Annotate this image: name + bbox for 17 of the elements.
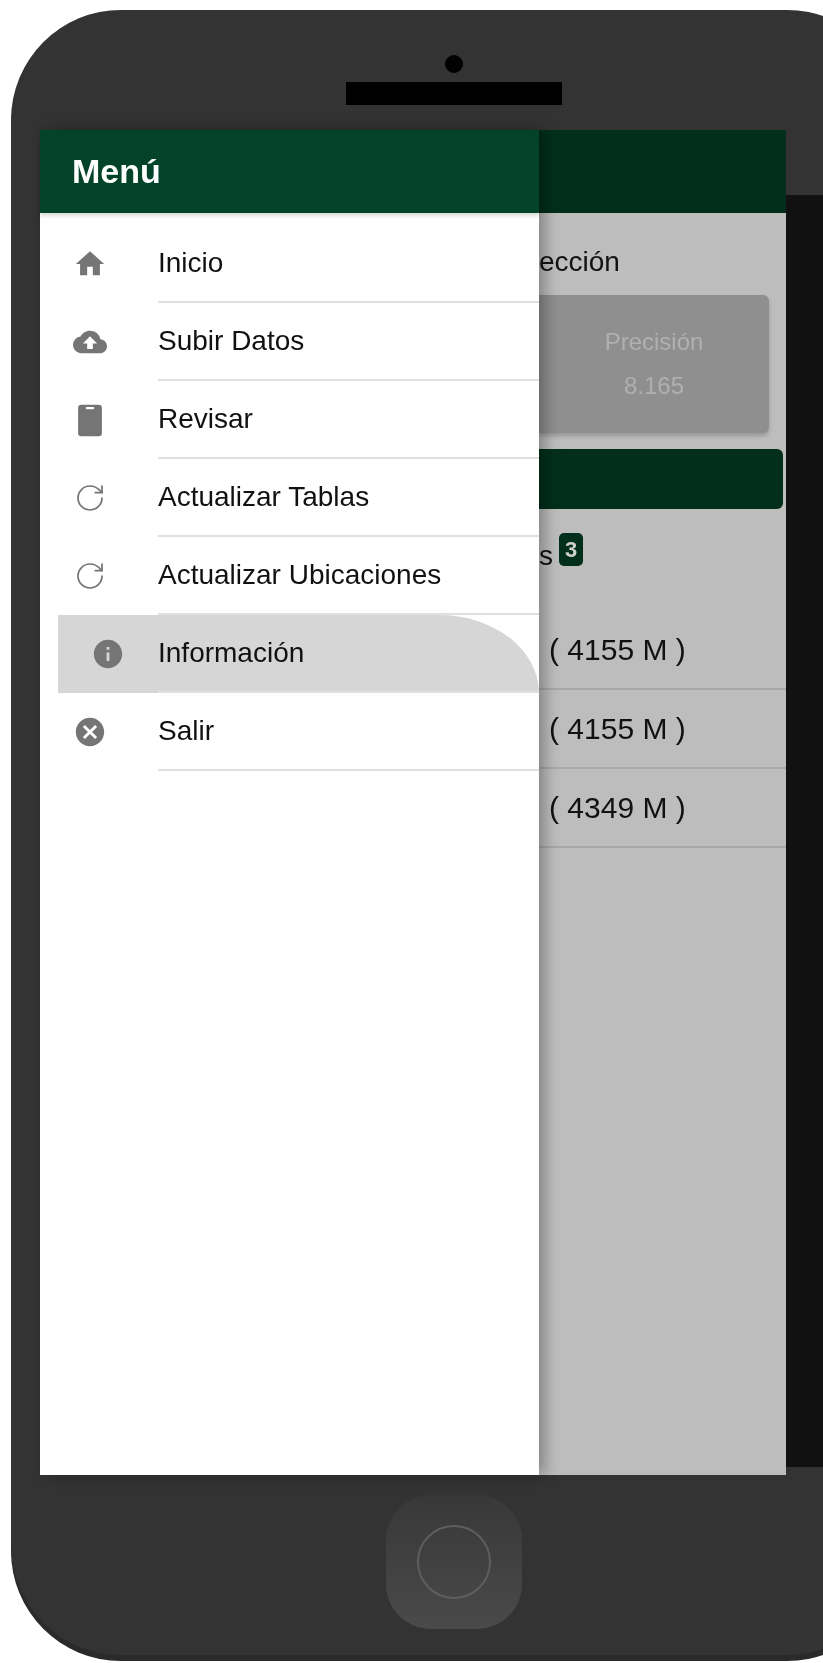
refresh-icon — [74, 560, 106, 592]
location-row-text: ( 4349 M ) — [549, 790, 686, 826]
location-row-text: ( 4155 M ) — [549, 632, 686, 668]
camera-icon — [445, 55, 463, 73]
menu-item[interactable]: Información — [58, 615, 539, 693]
clipboard-icon — [77, 402, 103, 438]
section-heading: ección — [539, 245, 621, 279]
section-label: s — [539, 539, 553, 573]
home-button[interactable] — [386, 1495, 522, 1629]
drawer-title: Menú — [72, 151, 161, 192]
close-icon — [73, 715, 107, 749]
refresh-icon — [74, 482, 106, 514]
location-row-text: ( 4155 M ) — [549, 711, 686, 747]
home-ring-icon — [417, 1525, 491, 1599]
info-icon — [91, 637, 125, 671]
menu-item[interactable]: Revisar — [40, 381, 539, 459]
count-badge: 3 — [559, 532, 584, 566]
